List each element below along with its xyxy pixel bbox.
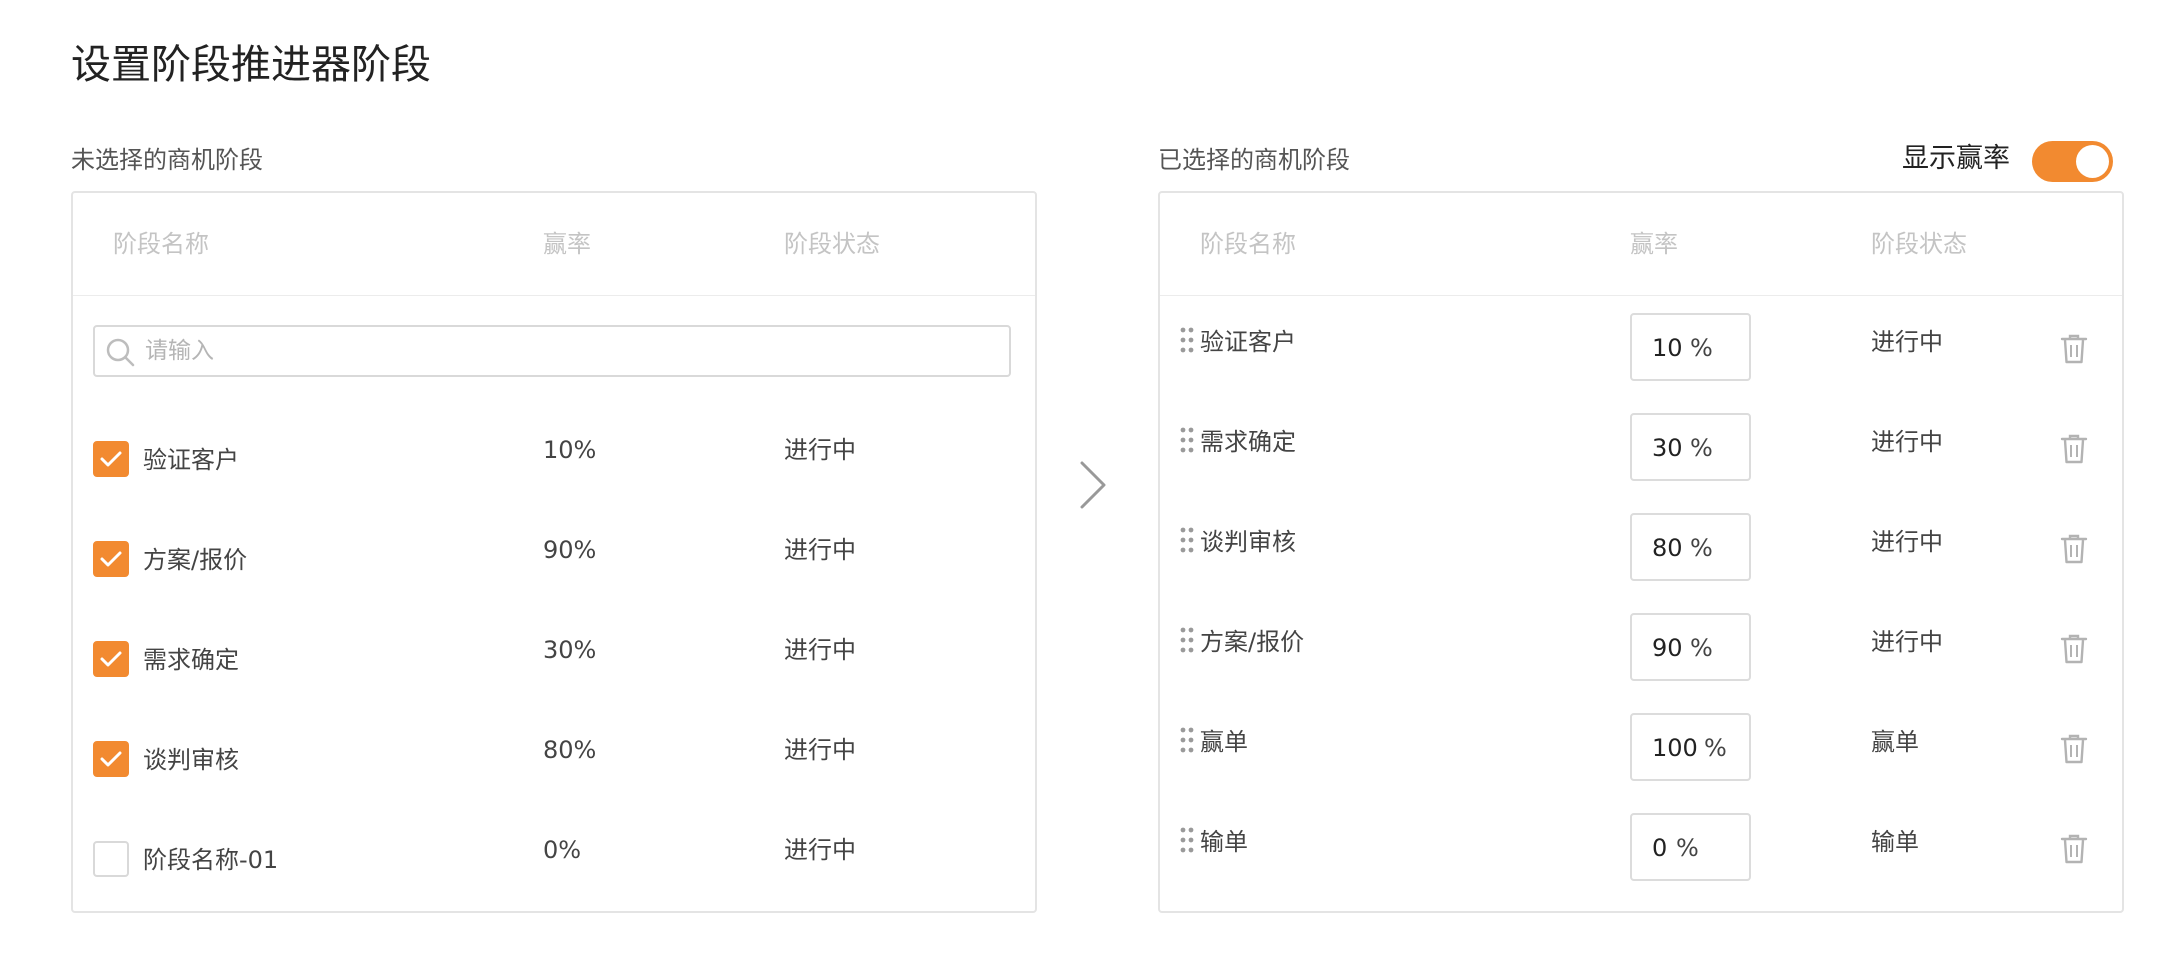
page-title: 设置阶段推进器阶段 [71, 42, 431, 88]
trash-icon[interactable] [2060, 533, 2088, 565]
column-header-stage-status: 阶段状态 [1871, 230, 1967, 258]
stage-name: 验证客户 [143, 446, 239, 474]
drag-handle-icon[interactable] [1180, 827, 1194, 853]
stage-win-rate: 90% [543, 536, 597, 564]
stage-checkbox[interactable] [93, 541, 129, 577]
column-header-win-rate: 赢率 [543, 230, 591, 258]
percent-unit: % [1676, 834, 1699, 862]
stage-status: 进行中 [1871, 428, 1943, 456]
stage-checkbox[interactable] [93, 841, 129, 877]
stage-status: 赢单 [1871, 728, 1919, 756]
win-rate-value: 10 [1652, 334, 1683, 362]
stage-name: 方案/报价 [1200, 628, 1305, 656]
stage-win-rate: 0% [543, 836, 582, 864]
trash-icon[interactable] [2060, 833, 2088, 865]
percent-unit: % [1690, 434, 1713, 462]
percent-unit: % [1704, 734, 1727, 762]
trash-icon[interactable] [2060, 733, 2088, 765]
stage-name: 谈判审核 [143, 746, 239, 774]
checkmark-icon [100, 751, 122, 767]
stage-checkbox[interactable] [93, 441, 129, 477]
drag-handle-icon[interactable] [1180, 527, 1194, 553]
unselected-stages-panel: 阶段名称 赢率 阶段状态 验证客户 10% 进行中 方案/报价 90% 进行中 … [71, 191, 1037, 913]
toggle-knob [2076, 145, 2109, 178]
checkmark-icon [100, 451, 122, 467]
stage-status: 进行中 [1871, 528, 1943, 556]
trash-icon[interactable] [2060, 633, 2088, 665]
unselected-stages-label: 未选择的商机阶段 [71, 146, 263, 174]
search-input[interactable] [145, 327, 985, 375]
chevron-right-icon[interactable] [1070, 455, 1114, 515]
stage-win-rate: 10% [543, 436, 597, 464]
selected-stage-row[interactable]: 需求确定 30 % 进行中 [1160, 413, 2122, 485]
stage-name: 验证客户 [1200, 328, 1296, 356]
win-rate-input[interactable]: 30 % [1630, 413, 1751, 481]
unselected-stage-row[interactable]: 方案/报价 90% 进行中 [73, 535, 1035, 607]
drag-handle-icon[interactable] [1180, 327, 1194, 353]
left-table-header: 阶段名称 赢率 阶段状态 [73, 193, 1035, 296]
stage-name: 阶段名称-01 [143, 846, 279, 874]
stage-status: 进行中 [784, 636, 856, 664]
selected-stage-row[interactable]: 赢单 100 % 赢单 [1160, 713, 2122, 785]
win-rate-input[interactable]: 10 % [1630, 313, 1751, 381]
stage-status: 进行中 [1871, 328, 1943, 356]
unselected-stage-row[interactable]: 需求确定 30% 进行中 [73, 635, 1035, 707]
selected-stage-row[interactable]: 验证客户 10 % 进行中 [1160, 313, 2122, 385]
stage-status: 进行中 [784, 736, 856, 764]
unselected-stage-row[interactable]: 验证客户 10% 进行中 [73, 435, 1035, 507]
selected-stages-label: 已选择的商机阶段 [1158, 146, 1350, 174]
right-table-header: 阶段名称 赢率 阶段状态 [1160, 193, 2122, 296]
win-rate-value: 0 [1652, 834, 1668, 862]
drag-handle-icon[interactable] [1180, 427, 1194, 453]
column-header-stage-name: 阶段名称 [113, 230, 209, 258]
stage-status: 进行中 [784, 836, 856, 864]
column-header-win-rate: 赢率 [1630, 230, 1678, 258]
stage-name: 谈判审核 [1200, 528, 1296, 556]
selected-stage-row[interactable]: 输单 0 % 输单 [1160, 813, 2122, 885]
trash-icon[interactable] [2060, 433, 2088, 465]
win-rate-input[interactable]: 100 % [1630, 713, 1751, 781]
win-rate-value: 30 [1652, 434, 1683, 462]
stage-status: 进行中 [784, 436, 856, 464]
column-header-stage-name: 阶段名称 [1200, 230, 1296, 258]
selected-stage-row[interactable]: 方案/报价 90 % 进行中 [1160, 613, 2122, 685]
stage-win-rate: 30% [543, 636, 597, 664]
win-rate-value: 90 [1652, 634, 1683, 662]
drag-handle-icon[interactable] [1180, 727, 1194, 753]
unselected-stage-row[interactable]: 阶段名称-01 0% 进行中 [73, 835, 1035, 907]
win-rate-input[interactable]: 80 % [1630, 513, 1751, 581]
stage-status: 输单 [1871, 828, 1919, 856]
percent-unit: % [1690, 534, 1713, 562]
show-win-rate-label: 显示赢率 [1902, 143, 2010, 174]
trash-icon[interactable] [2060, 333, 2088, 365]
stage-status: 进行中 [784, 536, 856, 564]
search-field[interactable] [93, 325, 1011, 377]
checkmark-icon [100, 651, 122, 667]
selected-stage-row[interactable]: 谈判审核 80 % 进行中 [1160, 513, 2122, 585]
stage-name: 输单 [1200, 828, 1248, 856]
percent-unit: % [1690, 334, 1713, 362]
show-win-rate-toggle[interactable] [2032, 141, 2113, 182]
selected-stages-panel: 阶段名称 赢率 阶段状态 验证客户 10 % 进行中 需求确定 30 % 进行中… [1158, 191, 2124, 913]
drag-handle-icon[interactable] [1180, 627, 1194, 653]
win-rate-value: 80 [1652, 534, 1683, 562]
stage-checkbox[interactable] [93, 741, 129, 777]
stage-checkbox[interactable] [93, 641, 129, 677]
win-rate-input[interactable]: 90 % [1630, 613, 1751, 681]
unselected-stage-row[interactable]: 谈判审核 80% 进行中 [73, 735, 1035, 807]
column-header-stage-status: 阶段状态 [784, 230, 880, 258]
stage-name: 需求确定 [143, 646, 239, 674]
stage-status: 进行中 [1871, 628, 1943, 656]
stage-name: 赢单 [1200, 728, 1248, 756]
stage-name: 方案/报价 [143, 546, 248, 574]
stage-name: 需求确定 [1200, 428, 1296, 456]
checkmark-icon [100, 551, 122, 567]
search-icon [106, 338, 135, 367]
stage-win-rate: 80% [543, 736, 597, 764]
win-rate-input[interactable]: 0 % [1630, 813, 1751, 881]
win-rate-value: 100 [1652, 734, 1698, 762]
percent-unit: % [1690, 634, 1713, 662]
